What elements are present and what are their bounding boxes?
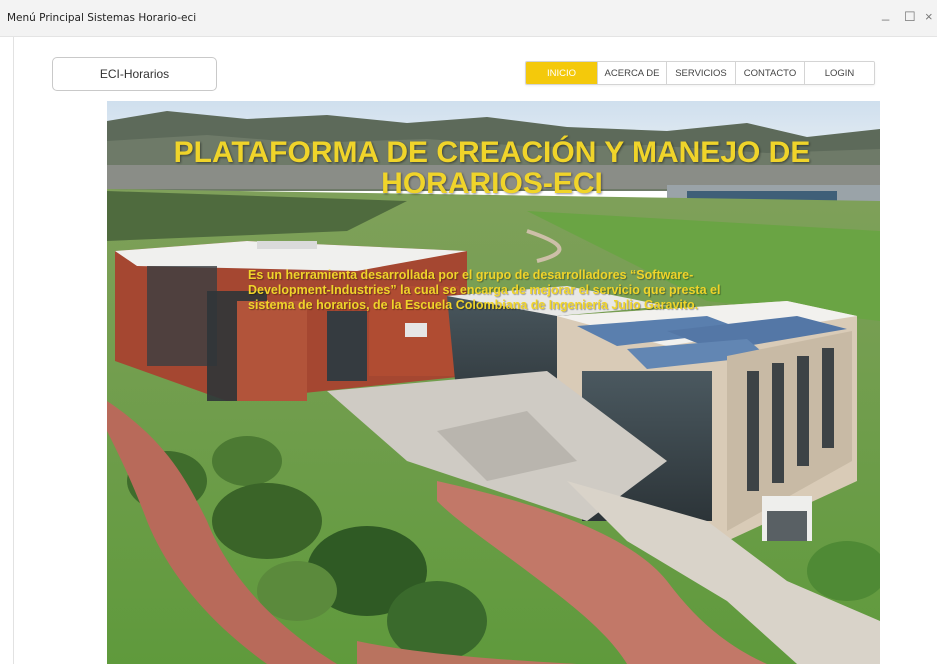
window-border xyxy=(13,37,14,664)
hero-title: PLATAFORMA DE CREACIÓN Y MANEJO DE HORAR… xyxy=(173,136,811,200)
window-title: Menú Principal Sistemas Horario-eci xyxy=(7,12,197,24)
nav-item-inicio[interactable]: INICIO xyxy=(526,62,597,84)
hero-banner: PLATAFORMA DE CREACIÓN Y MANEJO DE HORAR… xyxy=(107,101,880,664)
nav-item-servicios[interactable]: SERVICIOS xyxy=(666,62,735,84)
window-titlebar: Menú Principal Sistemas Horario-eci _ ☐ … xyxy=(0,0,937,37)
nav-item-contacto[interactable]: CONTACTO xyxy=(735,62,804,84)
nav-item-acerca-de[interactable]: ACERCA DE xyxy=(597,62,666,84)
hero-description: Es un herramienta desarrollada por el gr… xyxy=(248,268,721,312)
main-nav: INICIO ACERCA DE SERVICIOS CONTACTO LOGI… xyxy=(525,61,875,85)
close-icon[interactable]: × xyxy=(925,9,933,24)
minimize-icon[interactable]: _ xyxy=(882,6,889,21)
nav-item-login[interactable]: LOGIN xyxy=(804,62,874,84)
brand-button[interactable]: ECI-Horarios xyxy=(52,57,217,91)
maximize-icon[interactable]: ☐ xyxy=(904,9,916,25)
